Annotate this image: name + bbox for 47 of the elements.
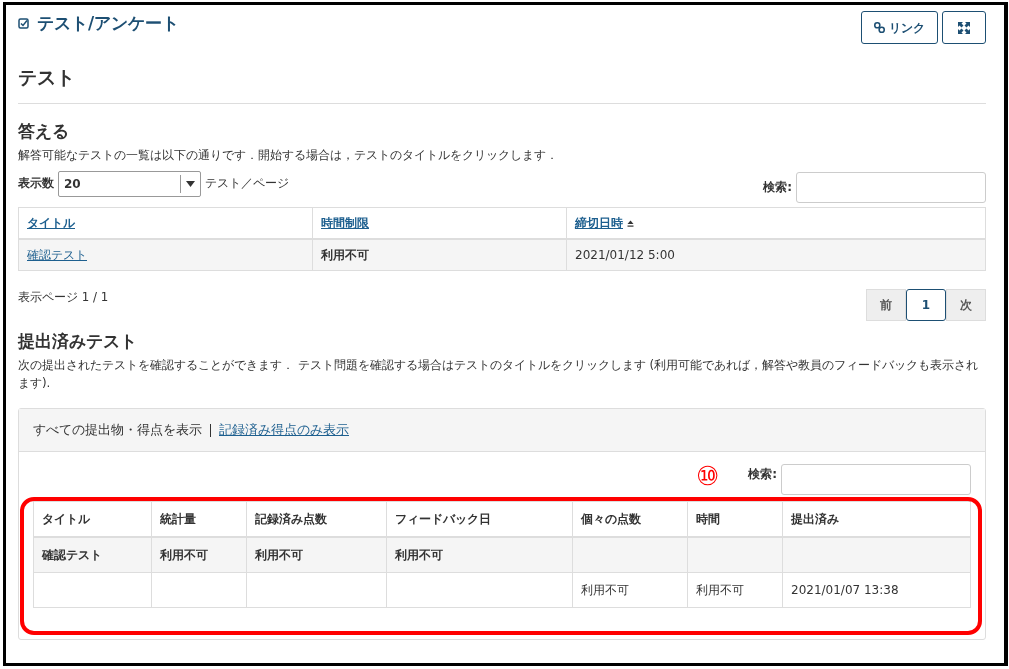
table-cell: 利用不可 [696,583,744,598]
link-button[interactable]: リンク [861,11,938,44]
column-sort-link[interactable]: 時間制限 [321,215,369,230]
section-heading: 提出済みテスト [18,330,138,352]
section-heading: 答える [18,120,70,142]
page-size-select[interactable]: 20 [58,170,201,197]
search-label: 検索: [748,465,777,483]
page-nav-button[interactable]: 次 [946,288,986,321]
page-info: 表示ページ 1 / 1 [18,288,109,306]
page-heading: テスト [18,66,76,89]
annotation-number: ⑩ [696,463,719,489]
sort-icon [627,219,634,227]
table-cell: 利用不可 [321,247,369,262]
tool-title: テスト/アンケート [37,12,180,35]
page-nav-button[interactable]: 前 [866,288,906,321]
test-title-link[interactable]: 確認テスト [27,247,87,262]
section-description: 次の提出されたテストを確認することができます． テスト問題を確認する場合はテストのタイトルをクリックします (利用可能であれば，解答や教員のフィードバックも表示されます). [18,357,980,392]
filter-link[interactable]: 記録済み得点のみ表示 [219,420,349,440]
column-header: 個々の点数 [581,512,641,527]
expand-icon [958,21,970,34]
column-sort-link[interactable]: 締切日時 [575,215,623,230]
table-cell: 利用不可 [255,548,303,563]
expand-button[interactable] [942,11,986,44]
column-header: 記録済み点数 [255,512,327,527]
table-cell: 2021/01/12 5:00 [575,247,675,262]
filter-label: すべての提出物・得点を表示 [33,420,202,439]
page-size-suffix: テスト／ページ [205,175,289,193]
column-sort-link[interactable]: タイトル [27,215,75,230]
section-description: 解答可能なテストの一覧は以下の通りです．開始する場合は，テストのタイトルをクリックします． [18,147,559,165]
column-header: 時間 [696,512,720,527]
checkbox-icon [18,18,29,30]
table-cell: 利用不可 [395,548,443,563]
column-header: 提出済み [791,512,839,527]
column-header: タイトル [42,512,90,527]
table-cell: 確認テスト [42,548,102,563]
caret-icon [186,180,195,187]
table-cell: 利用不可 [581,583,629,598]
search-field[interactable] [796,171,986,203]
search-field[interactable] [781,464,971,496]
search-label: 検索: [763,179,792,197]
column-header: 統計量 [160,512,196,527]
table-cell: 2021/01/07 13:38 [791,583,899,598]
page-size-label: 表示数 [18,175,54,193]
table-cell: 利用不可 [160,548,208,563]
column-header: フィードバック日 [395,512,491,527]
link-icon [874,22,885,33]
page-number-button[interactable]: 1 [906,288,946,321]
